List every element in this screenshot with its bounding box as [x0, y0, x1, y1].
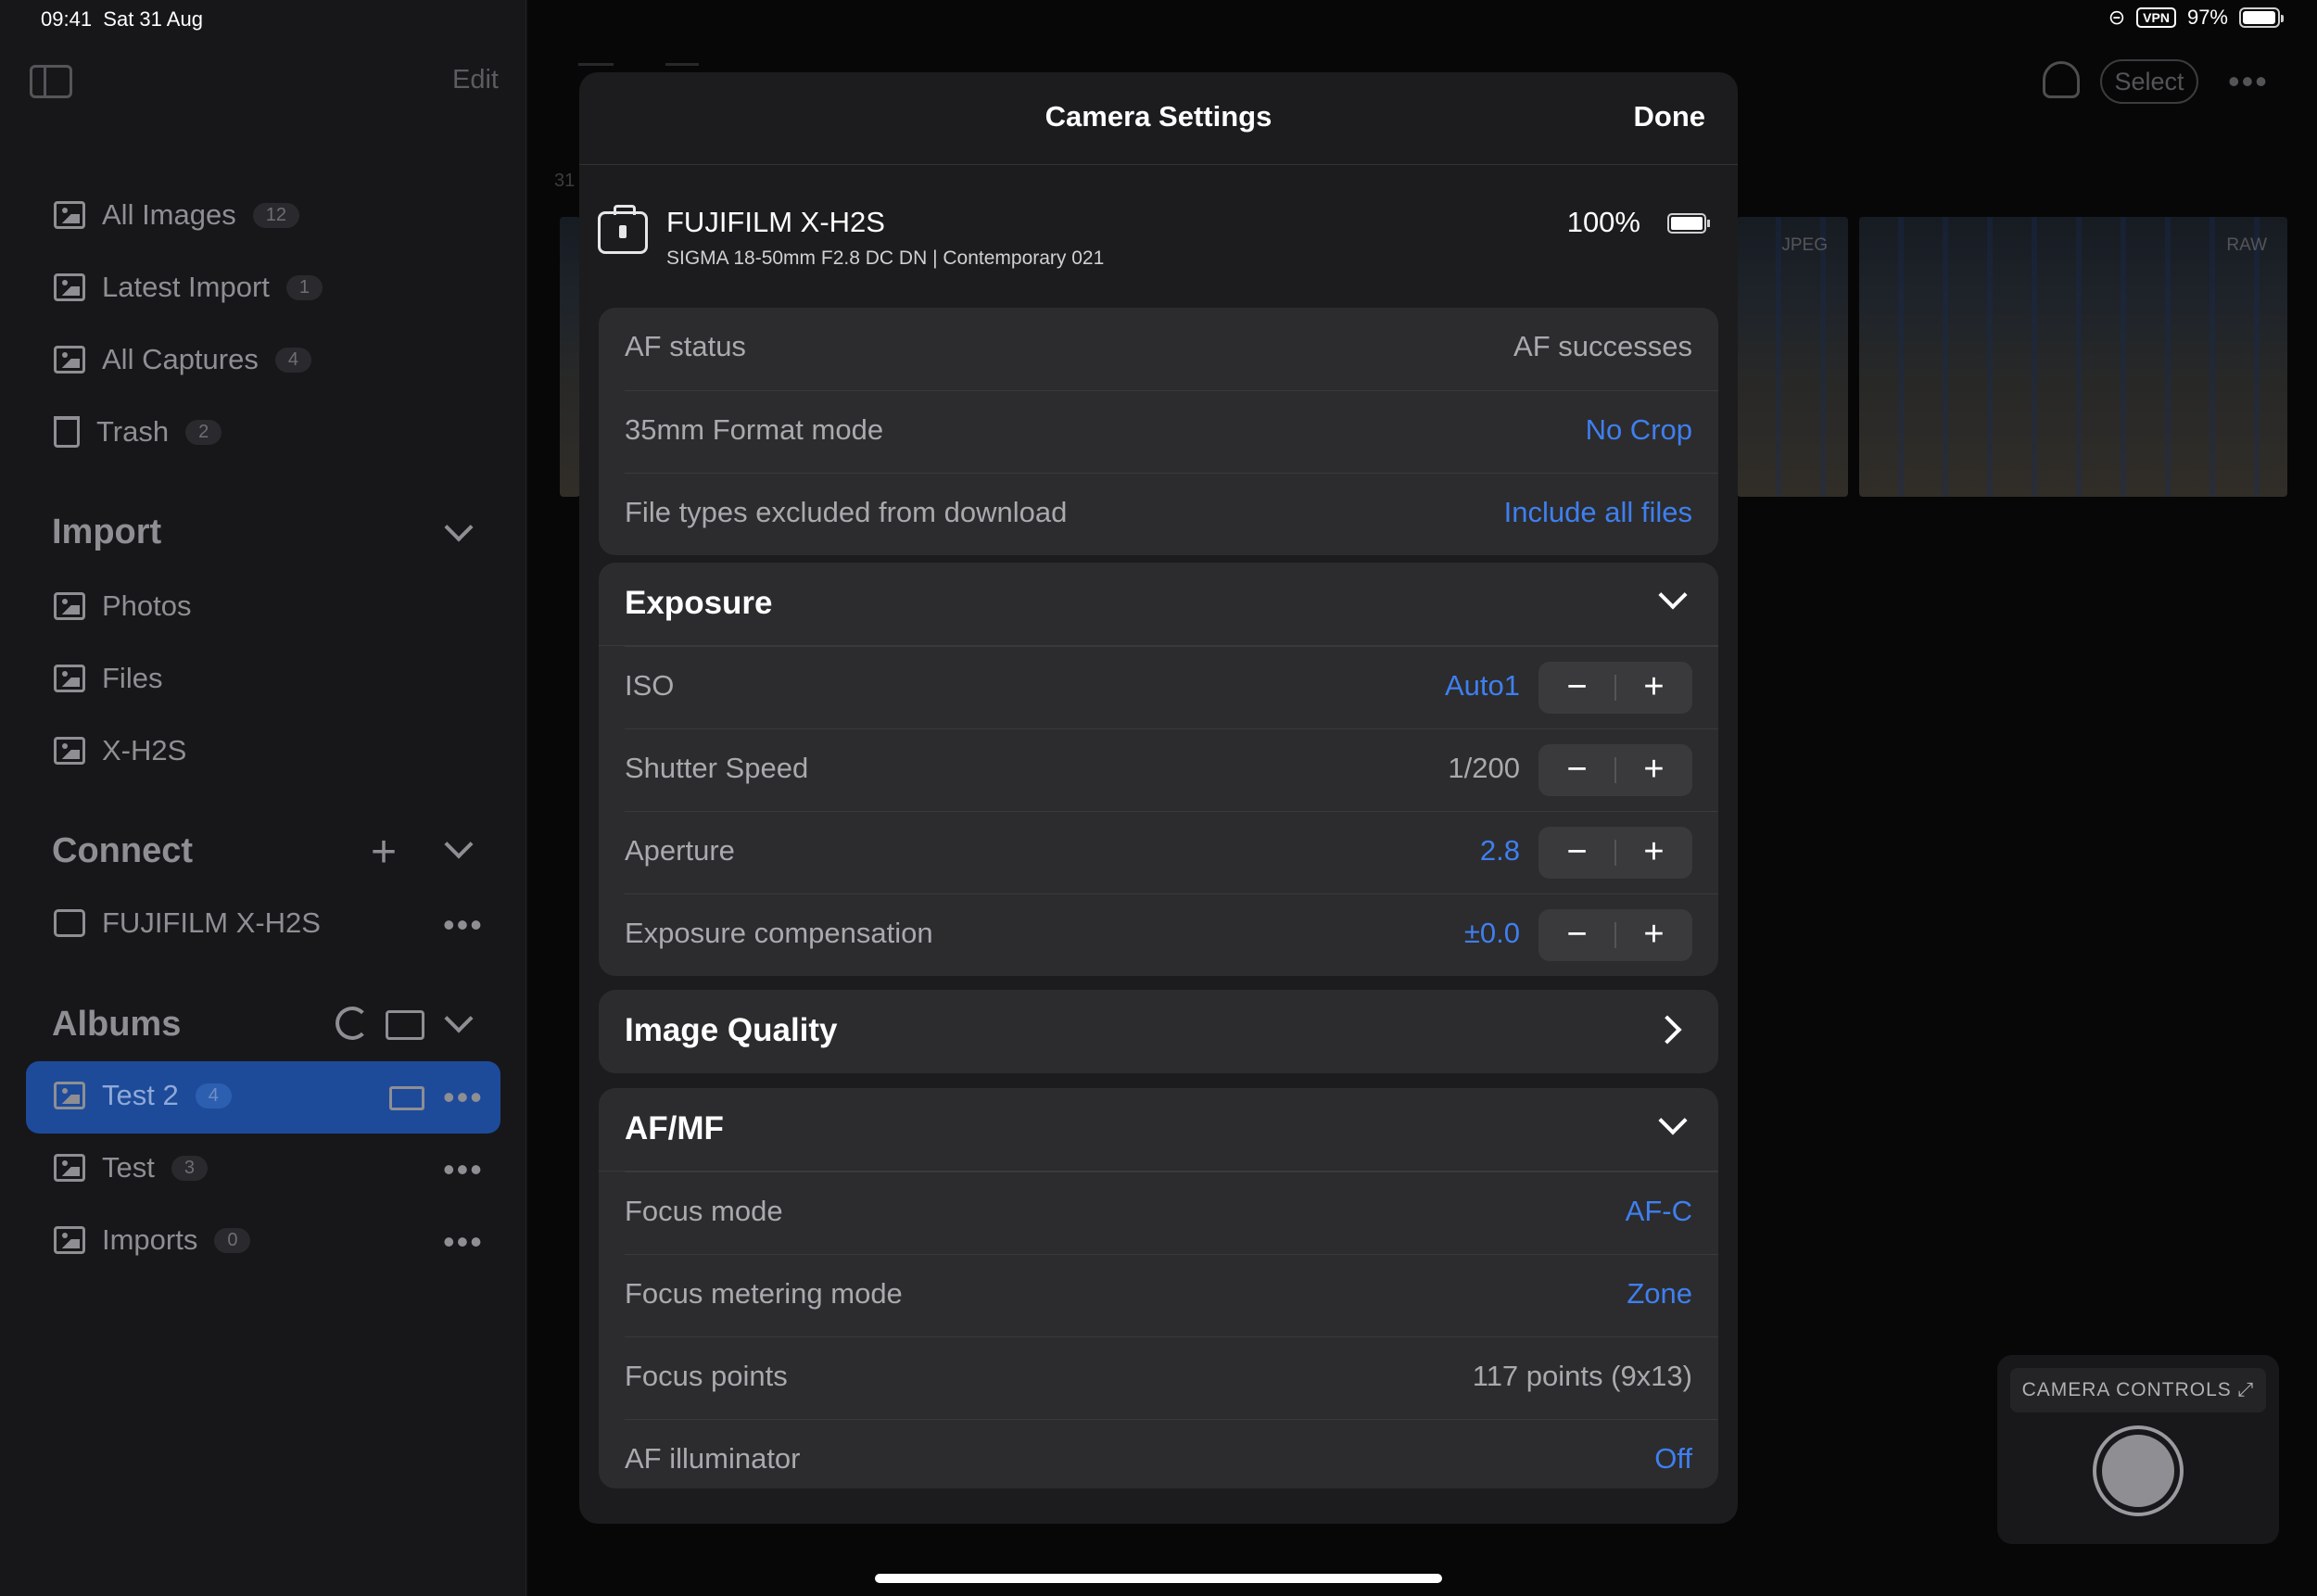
status-time: 09:41 Sat 31 Aug — [41, 7, 203, 31]
album-icon — [54, 1154, 85, 1182]
count-badge: 0 — [214, 1227, 251, 1253]
decrement-button[interactable]: − — [1538, 827, 1615, 879]
decrement-button[interactable]: − — [1538, 662, 1615, 714]
setting-row-shutter-speed: Shutter Speed 1/200 − + — [625, 728, 1718, 811]
shutter-stepper[interactable]: − + — [1538, 744, 1692, 796]
modal-header: Camera Settings Done — [579, 72, 1738, 165]
count-badge: 1 — [285, 274, 323, 300]
trash-icon — [54, 416, 80, 448]
albums-section-title: Albums — [52, 1005, 182, 1044]
status-bar: 09:41 Sat 31 Aug ⊝ VPN 97% — [0, 0, 2317, 41]
camera-icon — [54, 909, 85, 937]
photos-icon — [54, 592, 85, 620]
camera-lock-icon — [598, 205, 648, 254]
image-quality-header[interactable]: Image Quality — [599, 990, 1718, 1073]
add-connection-icon[interactable]: + — [371, 830, 397, 875]
shutter-button[interactable] — [2093, 1425, 2184, 1516]
general-settings-group: AF status AF successes 35mm Format mode … — [599, 308, 1718, 555]
camera-name: FUJIFILM X-H2S — [666, 206, 885, 238]
camera-battery-percent: 100% — [1566, 206, 1640, 238]
setting-row-file-types[interactable]: File types excluded from download Includ… — [625, 473, 1718, 555]
import-icon — [54, 273, 85, 301]
battery-icon — [2239, 7, 2284, 28]
sidebar-item-camera[interactable]: FUJIFILM X-H2S — [54, 906, 321, 940]
sidebar: Edit All Images 12 Latest Import 1 All C… — [0, 0, 526, 1596]
decrement-button[interactable]: − — [1538, 744, 1615, 796]
sidebar-item-trash[interactable]: Trash 2 — [54, 415, 222, 449]
more-icon[interactable]: ••• — [443, 908, 484, 942]
increment-button[interactable]: + — [1615, 909, 1692, 961]
chevron-down-icon[interactable] — [1658, 1106, 1688, 1135]
images-icon — [54, 201, 85, 229]
chevron-right-icon[interactable] — [1652, 1015, 1682, 1045]
increment-button[interactable]: + — [1615, 827, 1692, 879]
files-icon — [54, 665, 85, 692]
exposure-comp-stepper[interactable]: − + — [1538, 909, 1692, 961]
increment-button[interactable]: + — [1615, 744, 1692, 796]
import-section-title: Import — [52, 513, 162, 551]
chevron-down-icon[interactable] — [444, 513, 474, 542]
more-icon[interactable]: ••• — [443, 1081, 484, 1114]
refresh-icon[interactable] — [336, 1007, 369, 1040]
exposure-group: Exposure ISO Auto1 − + Shutter Speed 1/20… — [599, 563, 1718, 976]
vpn-badge: VPN — [2136, 7, 2176, 28]
aperture-stepper[interactable]: − + — [1538, 827, 1692, 879]
more-icon[interactable]: ••• — [443, 1225, 484, 1259]
camera-battery-icon — [1667, 213, 1710, 234]
setting-row-focus-mode[interactable]: Focus mode AF-C — [625, 1172, 1718, 1254]
chevron-down-icon[interactable] — [444, 830, 474, 859]
sidebar-item-photos[interactable]: Photos — [54, 589, 192, 623]
new-album-icon[interactable] — [386, 1010, 424, 1040]
setting-row-iso: ISO Auto1 − + — [625, 646, 1718, 728]
iso-stepper[interactable]: − + — [1538, 662, 1692, 714]
sidebar-item-all-captures[interactable]: All Captures 4 — [54, 343, 311, 376]
sidebar-item-album-test-2[interactable]: Test 2 4 — [54, 1079, 232, 1112]
setting-row-aperture: Aperture 2.8 − + — [625, 811, 1718, 893]
setting-row-focus-points: Focus points 117 points (9x13) — [625, 1336, 1718, 1419]
camera-settings-modal: Camera Settings Done FUJIFILM X-H2S SIGM… — [579, 72, 1738, 1524]
setting-row-focus-metering[interactable]: Focus metering mode Zone — [625, 1254, 1718, 1336]
setting-row-af-status: AF status AF successes — [625, 330, 1692, 362]
lens-name: SIGMA 18-50mm F2.8 DC DN | Contemporary … — [666, 247, 1105, 269]
album-icon — [54, 1226, 85, 1254]
camera-icon — [54, 346, 85, 374]
battery-percent: 97% — [2186, 6, 2228, 29]
sidebar-item-x-h2s[interactable]: X-H2S — [54, 734, 186, 767]
count-badge: 12 — [252, 202, 299, 228]
exposure-header[interactable]: Exposure — [599, 563, 1718, 646]
sidebar-item-files[interactable]: Files — [54, 662, 162, 695]
more-icon[interactable]: ••• — [443, 1153, 484, 1186]
increment-button[interactable]: + — [1615, 662, 1692, 714]
sidebar-item-album-imports[interactable]: Imports 0 — [54, 1223, 251, 1257]
afmf-group: AF/MF Focus mode AF-C Focus metering mod… — [599, 1088, 1718, 1488]
done-button[interactable]: Done — [1634, 100, 1706, 133]
device-icon — [54, 737, 85, 765]
count-badge: 4 — [195, 1083, 232, 1108]
edit-button[interactable]: Edit — [452, 65, 499, 95]
camera-controls-panel: CAMERA CONTROLS ⤢ — [1997, 1355, 2279, 1544]
setting-row-af-illuminator[interactable]: AF illuminator Off — [625, 1419, 1718, 1488]
sidebar-toggle-icon[interactable] — [30, 65, 72, 98]
count-badge: 2 — [185, 419, 222, 445]
afmf-header[interactable]: AF/MF — [599, 1088, 1718, 1172]
setting-row-format-mode[interactable]: 35mm Format mode No Crop — [625, 390, 1718, 473]
chevron-down-icon[interactable] — [444, 1004, 474, 1033]
decrement-button[interactable]: − — [1538, 909, 1615, 961]
connect-section-title: Connect — [52, 831, 193, 870]
home-indicator[interactable] — [875, 1574, 1442, 1583]
sidebar-item-album-test[interactable]: Test 3 — [54, 1151, 208, 1184]
album-icon — [54, 1082, 85, 1109]
count-badge: 4 — [274, 347, 311, 373]
sidebar-item-latest-import[interactable]: Latest Import 1 — [54, 271, 323, 304]
count-badge: 3 — [171, 1155, 208, 1181]
image-quality-group[interactable]: Image Quality — [599, 990, 1718, 1073]
setting-row-exposure-compensation: Exposure compensation ±0.0 − + — [625, 893, 1718, 976]
sidebar-item-all-images[interactable]: All Images 12 — [54, 198, 299, 232]
chevron-down-icon[interactable] — [1658, 580, 1688, 610]
link-icon: ⊝ — [2108, 6, 2126, 29]
modal-title: Camera Settings — [1045, 100, 1272, 133]
camera-controls-expand-button[interactable]: CAMERA CONTROLS ⤢ — [2010, 1368, 2266, 1412]
album-folder-icon[interactable] — [389, 1086, 424, 1110]
camera-info: FUJIFILM X-H2S SIGMA 18-50mm F2.8 DC DN … — [579, 165, 1738, 304]
